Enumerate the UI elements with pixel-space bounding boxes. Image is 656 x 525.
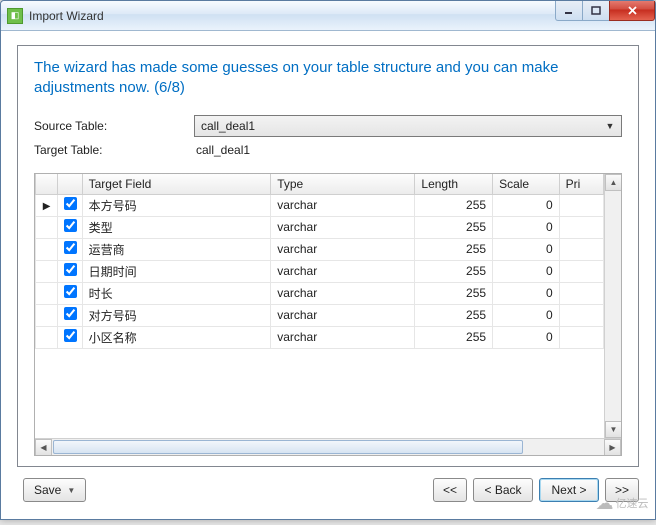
save-button[interactable]: Save ▼	[23, 478, 86, 502]
col-include[interactable]	[58, 174, 82, 195]
scroll-right-icon[interactable]: ▶	[604, 439, 621, 456]
fields-grid: Target Field Type Length Scale Pri ▶ 本方号码…	[34, 173, 622, 457]
scroll-left-icon[interactable]: ◀	[35, 439, 52, 456]
include-checkbox[interactable]	[64, 285, 77, 298]
col-marker[interactable]	[36, 174, 58, 195]
app-icon: ◧	[7, 8, 23, 24]
cell-scale[interactable]: 0	[493, 304, 560, 326]
cell-type[interactable]: varchar	[271, 282, 415, 304]
cell-type[interactable]: varchar	[271, 326, 415, 348]
cell-target-field[interactable]: 本方号码	[82, 194, 271, 216]
cell-scale[interactable]: 0	[493, 238, 560, 260]
cell-length[interactable]: 255	[415, 238, 493, 260]
import-wizard-window: ◧ Import Wizard The wizard has made some…	[0, 0, 656, 520]
include-checkbox[interactable]	[64, 329, 77, 342]
target-table-row: Target Table: call_deal1	[34, 143, 622, 157]
next-button[interactable]: Next >	[539, 478, 599, 502]
wizard-footer: Save ▼ << < Back Next > >>	[17, 475, 639, 505]
cell-target-field[interactable]: 类型	[82, 216, 271, 238]
source-table-value: call_deal1	[201, 119, 255, 133]
chevron-down-icon: ▼	[602, 118, 618, 134]
target-table-label: Target Table:	[34, 143, 194, 157]
source-table-combo[interactable]: call_deal1 ▼	[194, 115, 622, 137]
cell-pri[interactable]	[559, 326, 603, 348]
cell-type[interactable]: varchar	[271, 194, 415, 216]
current-row-marker-icon: ▶	[43, 201, 51, 212]
minimize-button[interactable]	[555, 1, 583, 21]
cell-type[interactable]: varchar	[271, 216, 415, 238]
main-panel: The wizard has made some guesses on your…	[17, 45, 639, 467]
client-area: The wizard has made some guesses on your…	[7, 37, 649, 513]
close-icon	[627, 5, 638, 16]
col-scale[interactable]: Scale	[493, 174, 560, 195]
maximize-icon	[591, 6, 601, 16]
cell-scale[interactable]: 0	[493, 216, 560, 238]
source-table-label: Source Table:	[34, 119, 194, 133]
window-controls	[556, 1, 655, 21]
table-row[interactable]: 对方号码varchar2550	[36, 304, 604, 326]
fields-table: Target Field Type Length Scale Pri ▶ 本方号码…	[35, 174, 604, 349]
cell-target-field[interactable]: 时长	[82, 282, 271, 304]
cell-pri[interactable]	[559, 282, 603, 304]
first-button[interactable]: <<	[433, 478, 467, 502]
cell-scale[interactable]: 0	[493, 194, 560, 216]
table-row[interactable]: 小区名称varchar2550	[36, 326, 604, 348]
maximize-button[interactable]	[582, 1, 610, 21]
cell-target-field[interactable]: 日期时间	[82, 260, 271, 282]
table-row[interactable]: 类型varchar2550	[36, 216, 604, 238]
cell-pri[interactable]	[559, 238, 603, 260]
include-checkbox[interactable]	[64, 241, 77, 254]
table-row[interactable]: ▶ 本方号码varchar2550	[36, 194, 604, 216]
scroll-down-icon[interactable]: ▼	[605, 421, 622, 438]
table-row[interactable]: 时长varchar2550	[36, 282, 604, 304]
cell-scale[interactable]: 0	[493, 260, 560, 282]
titlebar: ◧ Import Wizard	[1, 1, 655, 31]
cell-pri[interactable]	[559, 194, 603, 216]
cell-pri[interactable]	[559, 216, 603, 238]
minimize-icon	[564, 6, 574, 16]
col-type[interactable]: Type	[271, 174, 415, 195]
include-checkbox[interactable]	[64, 307, 77, 320]
include-checkbox[interactable]	[64, 197, 77, 210]
table-row[interactable]: 运营商varchar2550	[36, 238, 604, 260]
scroll-thumb[interactable]	[53, 440, 523, 454]
cell-scale[interactable]: 0	[493, 326, 560, 348]
cell-target-field[interactable]: 小区名称	[82, 326, 271, 348]
col-pri[interactable]: Pri	[559, 174, 603, 195]
back-button[interactable]: < Back	[473, 478, 533, 502]
cell-length[interactable]: 255	[415, 326, 493, 348]
cell-target-field[interactable]: 运营商	[82, 238, 271, 260]
cell-type[interactable]: varchar	[271, 304, 415, 326]
col-target-field[interactable]: Target Field	[82, 174, 271, 195]
vertical-scrollbar[interactable]: ▲ ▼	[604, 174, 621, 439]
cell-length[interactable]: 255	[415, 260, 493, 282]
scroll-up-icon[interactable]: ▲	[605, 174, 622, 191]
cell-pri[interactable]	[559, 260, 603, 282]
save-label: Save	[34, 483, 61, 497]
table-row[interactable]: 日期时间varchar2550	[36, 260, 604, 282]
include-checkbox[interactable]	[64, 263, 77, 276]
cell-length[interactable]: 255	[415, 282, 493, 304]
window-title: Import Wizard	[29, 9, 104, 23]
cell-type[interactable]: varchar	[271, 260, 415, 282]
col-length[interactable]: Length	[415, 174, 493, 195]
cell-length[interactable]: 255	[415, 304, 493, 326]
cell-length[interactable]: 255	[415, 194, 493, 216]
last-button[interactable]: >>	[605, 478, 639, 502]
source-table-row: Source Table: call_deal1 ▼	[34, 115, 622, 137]
cell-pri[interactable]	[559, 304, 603, 326]
cell-scale[interactable]: 0	[493, 282, 560, 304]
horizontal-scrollbar[interactable]: ◀ ▶	[35, 438, 621, 455]
cell-type[interactable]: varchar	[271, 238, 415, 260]
include-checkbox[interactable]	[64, 219, 77, 232]
cell-length[interactable]: 255	[415, 216, 493, 238]
chevron-down-icon: ▼	[67, 486, 75, 495]
target-table-value: call_deal1	[194, 143, 250, 157]
table-header-row: Target Field Type Length Scale Pri	[36, 174, 604, 195]
wizard-heading: The wizard has made some guesses on your…	[34, 58, 622, 99]
cell-target-field[interactable]: 对方号码	[82, 304, 271, 326]
close-button[interactable]	[609, 1, 655, 21]
